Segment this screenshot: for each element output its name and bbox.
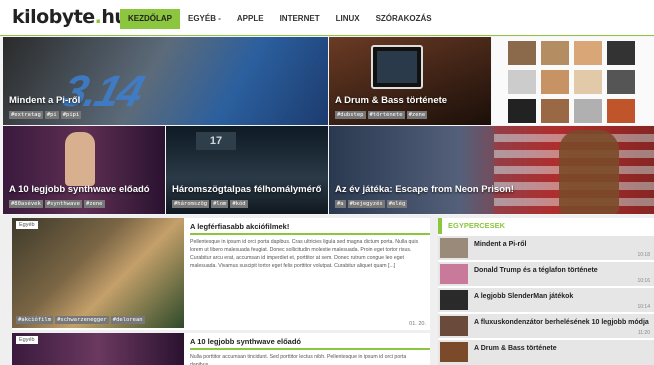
tile-tags: #80asévek #synthwave #zene [9, 200, 105, 208]
sidebar-item[interactable]: Mindent a Pi-ről 10:18 [438, 236, 654, 260]
gallery-thumb [508, 41, 536, 65]
tile-title: Háromszögtalpas félhomálymérő [172, 184, 322, 195]
article-card[interactable]: Egyéb A 10 legjobb synthwave előadó Null… [12, 333, 430, 365]
tag[interactable]: #pi [44, 111, 59, 119]
tag[interactable]: #dubstep [335, 111, 366, 119]
tag[interactable]: #háromszög [172, 200, 210, 208]
article-title[interactable]: A 10 legjobb synthwave előadó [190, 337, 301, 346]
sidebar-item-title: Mindent a Pi-ről [474, 241, 527, 248]
featured-tile-gallery[interactable] [492, 37, 654, 125]
article-excerpt: Nulla porttitor accumsan tincidunt. Sed … [190, 354, 407, 365]
gallery-thumb [508, 70, 536, 94]
gallery-thumb [574, 70, 602, 94]
building-number-image: 17 [196, 132, 236, 150]
article-date: 01. 20. [409, 321, 426, 327]
tile-title: Az év játéka: Escape from Neon Prison! [335, 184, 514, 195]
article-card[interactable]: Egyéb #akciófilm #schwarzenegger #delore… [12, 218, 430, 330]
tile-tags: #dubstep #története #zene [335, 111, 428, 119]
site-header: kilobyte.hu KEZDŐLAP EGYÉB - APPLE INTER… [0, 0, 654, 36]
site-logo[interactable]: kilobyte.hu [8, 3, 128, 33]
tablet-image [371, 45, 423, 89]
featured-tile-drum-bass[interactable]: A Drum & Bass története #dubstep #történ… [329, 37, 491, 125]
sidebar-egypercesek: EGYPERCESEK Mindent a Pi-ről 10:18 Donal… [438, 218, 654, 365]
tag[interactable]: #akciófilm [16, 316, 54, 324]
sidebar-item-title: A legjobb SlenderMan játékok [474, 293, 574, 300]
tag[interactable]: #kód [230, 200, 248, 208]
tag[interactable]: #története [367, 111, 405, 119]
thumbnail-grid [508, 41, 638, 123]
nav-item-apple[interactable]: APPLE [229, 9, 272, 29]
pi-digits-image: 3.14 [56, 67, 148, 116]
featured-tile-haromszogtalpas[interactable]: 17 Háromszögtalpas félhomálymérő #hároms… [166, 126, 328, 214]
tile-tags: #extratag #pi #pipi [9, 111, 82, 119]
gallery-thumb [607, 41, 635, 65]
tile-title: A Drum & Bass története [335, 95, 448, 106]
logo-text: kilobyte.hu [12, 6, 128, 28]
tag[interactable]: #a [335, 200, 346, 208]
gallery-thumb [541, 41, 569, 65]
tile-tags: #a #bejegyzés #elég [335, 200, 408, 208]
sidebar-item-title: A fluxuskondenzátor berhelésének 10 legj… [474, 319, 649, 326]
nav-item-linux[interactable]: LINUX [328, 9, 368, 29]
article-tags: #akciófilm #schwarzenegger #delorean [16, 316, 145, 324]
sidebar-item[interactable]: Donald Trump és a téglafon története 10:… [438, 262, 654, 286]
sidebar-thumb [440, 290, 468, 310]
title-underline [190, 348, 430, 350]
gallery-thumb [574, 99, 602, 123]
sidebar-item-title: A Drum & Bass története [474, 345, 557, 352]
featured-tile-neon-prison[interactable]: Az év játéka: Escape from Neon Prison! #… [329, 126, 654, 214]
sidebar-thumb [440, 342, 468, 362]
tag[interactable]: #schwarzenegger [55, 316, 109, 324]
nav-item-egyeb[interactable]: EGYÉB - [180, 9, 229, 29]
article-excerpt: Pellentesque in ipsum id orci porta dapi… [190, 239, 419, 269]
gallery-thumb [541, 99, 569, 123]
nav-item-internet[interactable]: INTERNET [272, 9, 328, 29]
sidebar-item-title: Donald Trump és a téglafon története [474, 267, 598, 274]
tile-tags: #háromszög #lom #kód [172, 200, 248, 208]
sidebar-item-time: 10:14 [637, 304, 650, 310]
article-image[interactable]: Egyéb [12, 333, 184, 365]
robot-image [559, 130, 619, 214]
gallery-thumb [508, 99, 536, 123]
gallery-thumb [574, 41, 602, 65]
gallery-thumb [607, 70, 635, 94]
nav-item-szorakozas[interactable]: SZÓRAKOZÁS [368, 9, 440, 29]
main-nav: KEZDŐLAP EGYÉB - APPLE INTERNET LINUX SZ… [120, 9, 440, 29]
tag[interactable]: #bejegyzés [347, 200, 385, 208]
tag[interactable]: #lom [211, 200, 229, 208]
gallery-thumb [607, 99, 635, 123]
sidebar-item[interactable]: A fluxuskondenzátor berhelésének 10 legj… [438, 314, 654, 338]
sidebar-thumb [440, 316, 468, 336]
featured-tile-pi[interactable]: 3.14 Mindent a Pi-ről #extratag #pi #pip… [3, 37, 328, 125]
tag[interactable]: #extratag [9, 111, 43, 119]
sidebar-item[interactable]: A legjobb SlenderMan játékok 10:14 [438, 288, 654, 312]
sidebar-thumb [440, 238, 468, 258]
tag[interactable]: #delorean [110, 316, 145, 324]
tag[interactable]: #zene [83, 200, 105, 208]
title-underline [190, 233, 430, 235]
tag[interactable]: #zene [406, 111, 428, 119]
sidebar-header: EGYPERCESEK [438, 218, 654, 234]
featured-tile-synthwave[interactable]: A 10 legjobb synthwave előadó #80asévek … [3, 126, 165, 214]
gallery-thumb [541, 70, 569, 94]
tile-title: Mindent a Pi-ről [9, 95, 81, 106]
sidebar-item[interactable]: A Drum & Bass története [438, 340, 654, 365]
nav-item-kezdolap[interactable]: KEZDŐLAP [120, 9, 180, 29]
article-category[interactable]: Egyéb [16, 221, 38, 229]
tag[interactable]: #80asévek [9, 200, 43, 208]
sidebar-thumb [440, 264, 468, 284]
sidebar-item-time: 10:18 [637, 252, 650, 258]
tile-title: A 10 legjobb synthwave előadó [9, 184, 150, 195]
sidebar-item-time: 11:20 [637, 330, 650, 336]
tag[interactable]: #synthwave [44, 200, 82, 208]
article-category[interactable]: Egyéb [16, 336, 38, 344]
article-image[interactable]: Egyéb #akciófilm #schwarzenegger #delore… [12, 218, 184, 328]
header-divider [0, 35, 654, 36]
article-title[interactable]: A legférfiasabb akciófilmek! [190, 222, 289, 231]
tag[interactable]: #elég [386, 200, 408, 208]
sidebar-item-time: 10:16 [637, 278, 650, 284]
tag[interactable]: #pipi [60, 111, 82, 119]
person-image [65, 132, 95, 186]
